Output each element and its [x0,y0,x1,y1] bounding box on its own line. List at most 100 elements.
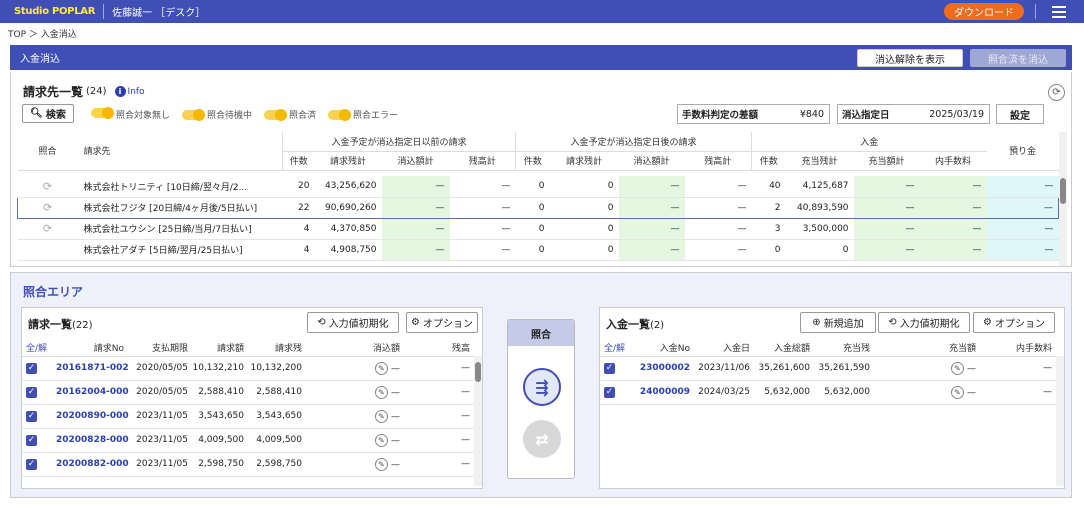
button-label: 新規追加 [823,319,864,330]
client-name[interactable]: 株式会社アダチ [5日締/翌月/25日払い] [77,239,283,261]
match-action-icon[interactable]: ⇶ [523,368,561,406]
cell: — [381,196,450,219]
add-new-button[interactable]: ⊕ 新規追加 [800,312,876,333]
toggle-icon[interactable] [328,108,352,121]
scrollbar[interactable] [1056,356,1064,486]
reset-input-button[interactable]: ⟲ 入力値初期化 [878,312,970,333]
table-row[interactable]: ✓ 20162004-000 2020/05/05 2,588,410 2,588,41… [22,380,474,405]
col-deposit-no: 入金No [634,340,694,357]
gear-icon: ⚙ [411,317,420,328]
cell: 35,261,590 [814,356,874,381]
reset-input-button[interactable]: ⟲ 入力値初期化 [307,312,399,333]
scrollbar[interactable] [474,356,482,486]
table-row[interactable]: ⟳ 株式会社トリニティ [10日締/翌々月/2... 20 43,256,620… [17,176,1059,198]
info-icon[interactable]: i [114,86,126,97]
reconcile-date-box: 消込指定日 2025/03/19 [837,104,990,124]
reconcile-matched-button[interactable]: 照合済を消込 [970,49,1066,67]
client-name[interactable]: 株式会社フジタ [20日締/4ヶ月後/5日払い] [77,196,283,219]
table-row[interactable]: ⟳ 株式会社フジタ [20日締/4ヶ月後/5日払い] 22 90,690,260… [17,196,1060,219]
table-row[interactable]: ✓ 20200882-000 2023/11/05 2,598,750 2,598,75… [22,452,474,477]
checkbox[interactable]: ✓ [604,386,615,398]
scrollbar-thumb[interactable] [475,362,481,382]
col-remaining: 請求残 [248,340,306,357]
set-button[interactable]: 設定 [996,104,1044,124]
download-button[interactable]: ダウンロード [944,3,1024,20]
pencil-icon[interactable]: ✎ [375,409,388,423]
client-name[interactable]: 株式会社トリニティ [10日締/翌々月/2... [77,176,283,198]
checkbox[interactable]: ✓ [26,386,37,398]
hamburger-menu-icon[interactable] [1052,6,1066,21]
option-button[interactable]: ⚙ オプション [973,312,1055,333]
pencil-icon[interactable]: ✎ [951,361,964,375]
user-name: 佐藤誠一 ［デスク］ [112,8,206,19]
section-title: 請求先一覧 [23,85,84,99]
invoice-no-link[interactable]: 20200828-000 [56,428,129,453]
deposit-count: (2) [650,320,665,331]
table-row[interactable]: ✓ 20200890-000 2023/11/05 3,543,650 3,543,65… [22,404,474,429]
cell: — [404,428,474,453]
cell: — [449,218,516,240]
pencil-icon[interactable]: ✎ [951,385,964,399]
invoice-no-link[interactable]: 20200882-000 [56,452,129,477]
checkbox[interactable]: ✓ [26,458,37,470]
select-all-toggle[interactable]: 全/解 [22,340,56,357]
cell: 0 [549,218,619,240]
table-row[interactable]: ✓ 20200828-000 2023/11/05 4,009,500 4,009,50… [22,428,474,453]
pencil-icon[interactable]: ✎ [375,361,388,375]
select-all-toggle[interactable]: 全/解 [600,340,634,357]
scrollbar[interactable] [1059,132,1067,266]
swap-icon[interactable]: ⇄ [523,420,561,458]
invoice-no-link[interactable]: 20161871-002 [56,356,129,381]
option-button[interactable]: ⚙ オプション [406,312,478,333]
cell: — [853,218,920,240]
group-deposit: 入金 [751,132,987,152]
client-count: (24) [86,86,107,97]
col-balance: 残高計 [684,151,752,171]
table-row[interactable]: ✓ 24000009 2024/03/25 5,632,000 5,632,000 ✎ — — [600,380,1056,405]
info-link[interactable]: Info [128,87,145,97]
pencil-icon[interactable]: ✎ [375,457,388,471]
cell: 90,690,260 [314,196,382,219]
pencil-icon[interactable]: ✎ [375,385,388,399]
cell: — [967,387,976,398]
match-status-icon[interactable]: ⟳ [17,196,78,219]
match-area-title: 照合エリア [23,285,84,299]
deposit-list-panel: 入金一覧(2) ⊕ 新規追加 ⟲ 入力値初期化 ⚙ オプション 全/解 入金No 入金… [599,307,1065,489]
checkbox[interactable]: ✓ [26,362,37,374]
scrollbar-thumb[interactable] [1060,178,1066,204]
cell: 3 [751,218,786,240]
deposit-no-link[interactable]: 23000002 [634,356,694,381]
cell: — [853,196,920,219]
invoice-no-link[interactable]: 20162004-000 [56,380,129,405]
search-button[interactable]: 🔍︎ 検索 [22,104,74,123]
date-value[interactable]: 2025/03/19 [929,109,989,120]
toggle-icon[interactable] [182,108,206,121]
refresh-icon[interactable]: ⟳ [1048,84,1065,101]
deposit-no-link[interactable]: 24000009 [634,380,694,405]
table-row[interactable]: ⟳ 株式会社ユウシン [25日締/当月/7日払い] 4 4,370,850 — … [17,218,1059,240]
match-status-icon[interactable]: ⟳ [17,176,78,198]
table-row[interactable]: ✓ 20161871-002 2020/05/05 10,132,210 10,132,… [22,356,474,381]
fee-value[interactable]: ¥840 [800,109,829,120]
toggle-icon[interactable] [91,107,114,119]
cell: — [618,218,685,240]
match-status-icon[interactable]: ⟳ [17,218,78,240]
plus-circle-icon: ⊕ [812,317,821,328]
cell: — [618,239,685,261]
table-row[interactable]: 株式会社アダチ [5日締/翌月/25日払い] 4 4,908,750 — — 0… [17,239,1059,261]
app-logo[interactable]: Studio POPLAR [14,6,95,17]
checkbox[interactable]: ✓ [26,434,37,446]
checkbox[interactable]: ✓ [26,410,37,422]
cell: — [684,196,752,219]
invoice-no-link[interactable]: 20200890-000 [56,404,129,429]
deposit-table: 全/解 入金No 入金日 入金総額 充当残 充当額 内手数料 ✓ 23000002… [600,340,1056,405]
toggle-icon[interactable] [264,108,288,121]
table-row[interactable]: ✓ 23000002 2023/11/06 35,261,600 35,261,590 ✎… [600,356,1056,381]
cell: 2023/11/05 [128,452,192,477]
client-name[interactable]: 株式会社ユウシン [25日締/当月/7日払い] [77,218,283,240]
pencil-icon[interactable]: ✎ [375,433,388,447]
show-unreconcile-button[interactable]: 消込解除を表示 [857,49,963,67]
client-list-panel: 請求先一覧 (24) i Info ⟳ 🔍︎ 検索 照合対象無し 照合待機中 照合… [10,72,1072,267]
checkbox[interactable]: ✓ [604,362,615,374]
cell: 43,256,620 [314,176,382,198]
